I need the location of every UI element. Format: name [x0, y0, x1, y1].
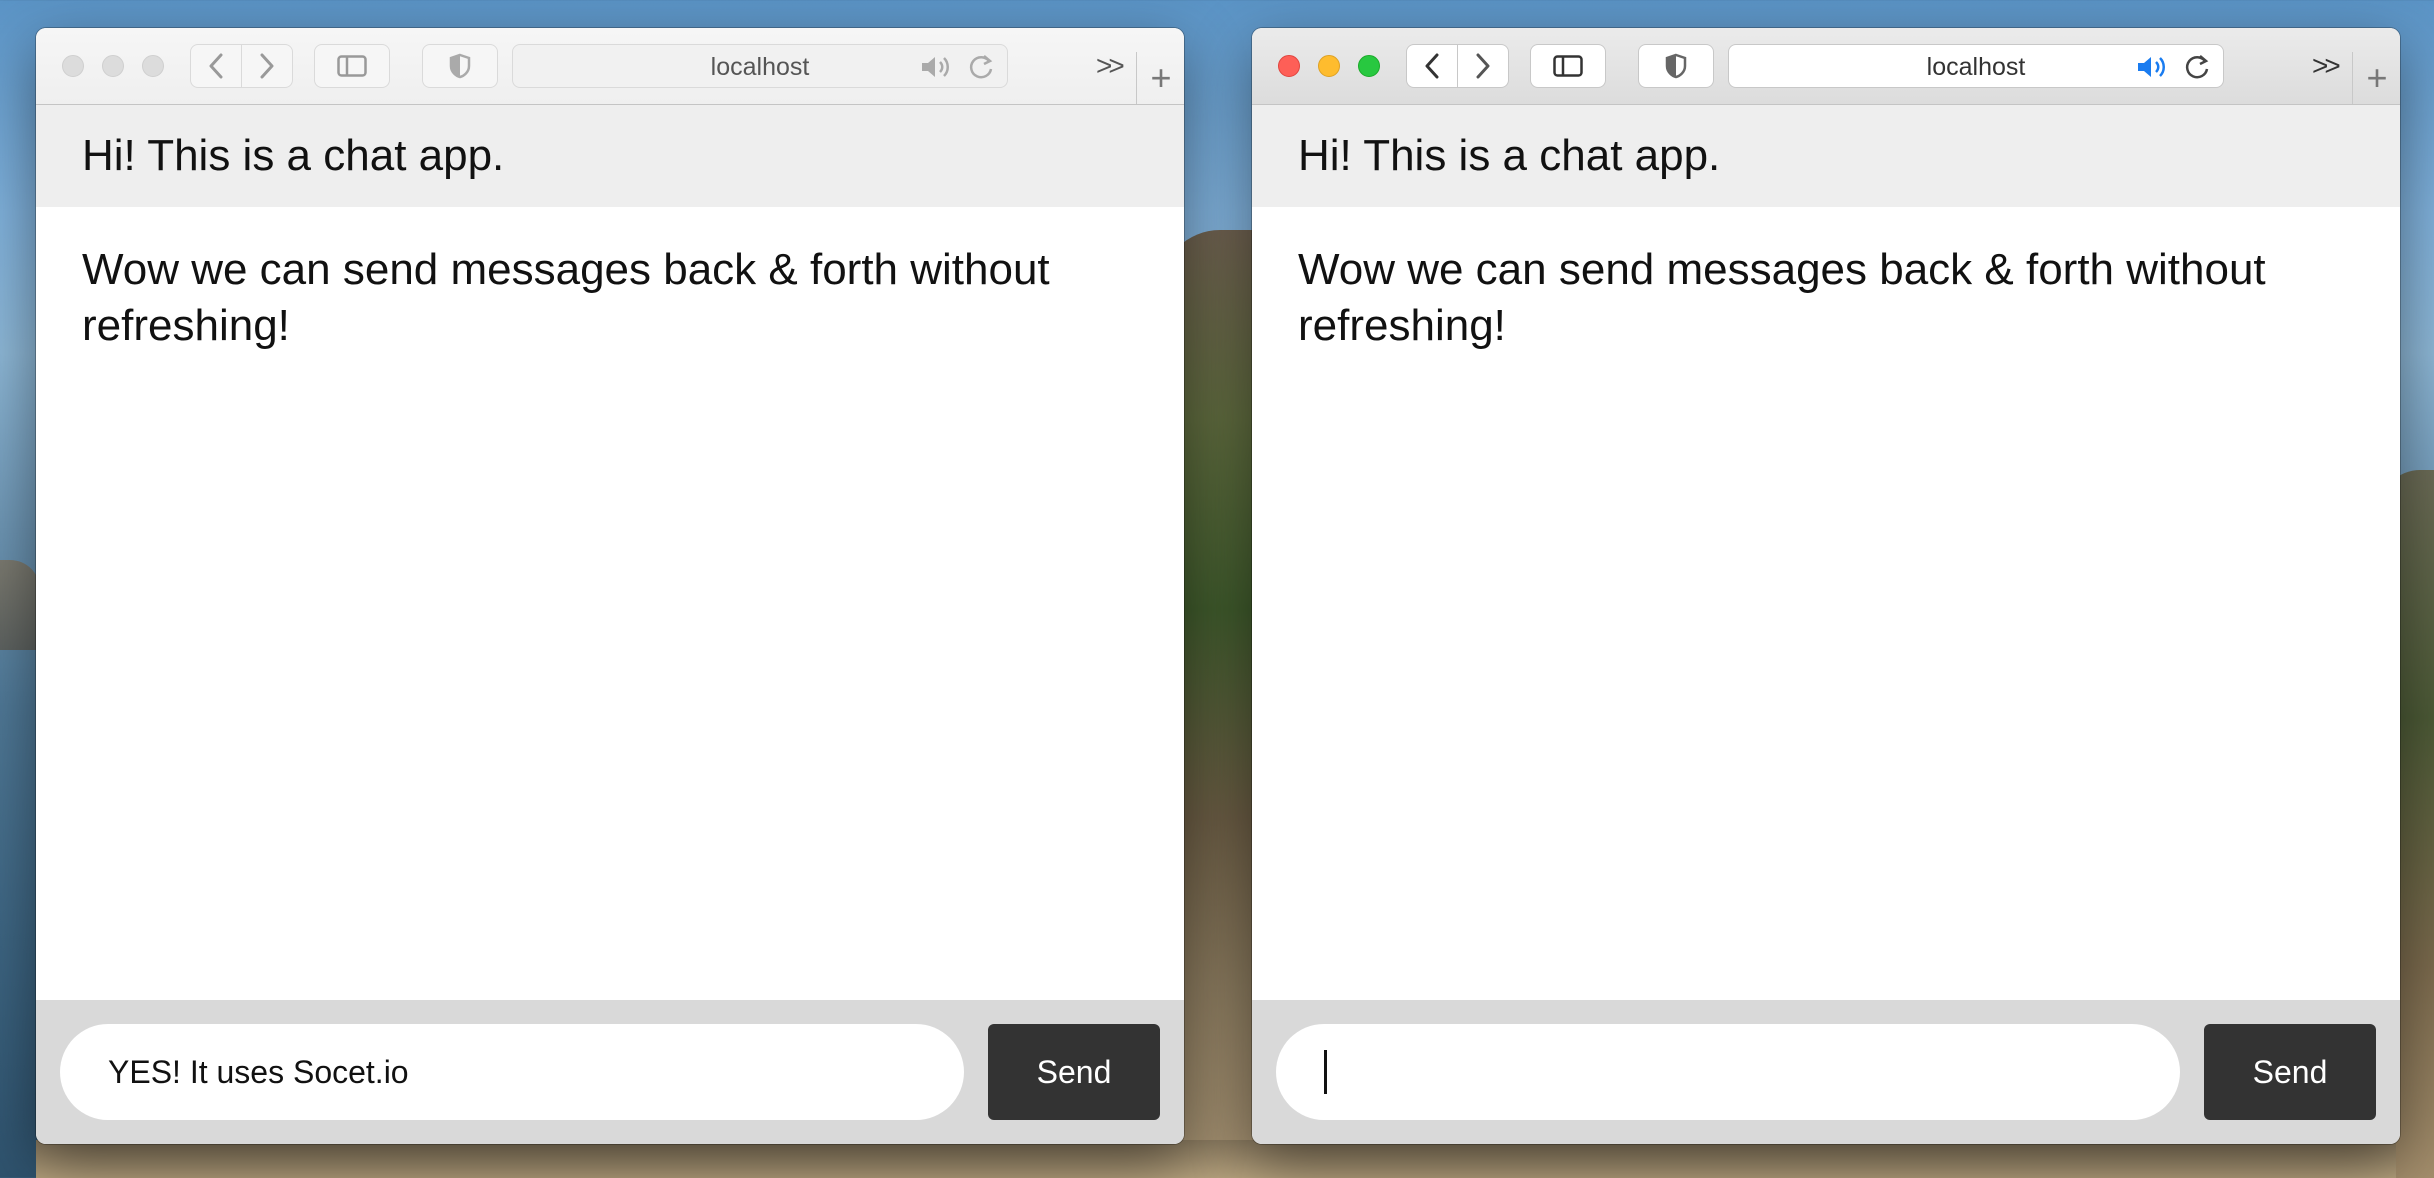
chat-header: Hi! This is a chat app. — [1252, 105, 2400, 207]
back-button[interactable] — [1406, 44, 1458, 88]
minimize-icon[interactable] — [102, 55, 124, 77]
desktop-island-left — [0, 560, 40, 650]
chat-form: YES! It uses Socet.io Send — [36, 1000, 1184, 1144]
chat-header: Hi! This is a chat app. — [36, 105, 1184, 207]
forward-icon — [1476, 53, 1490, 79]
message-list: Wow we can send messages back & forth wi… — [1252, 208, 2400, 1000]
message-item: Wow we can send messages back & forth wi… — [1298, 245, 2266, 350]
close-icon[interactable] — [62, 55, 84, 77]
message-item: Wow we can send messages back & forth wi… — [82, 245, 1050, 350]
browser-toolbar: localhost >> + — [1252, 28, 2400, 105]
browser-window-right[interactable]: localhost >> + Hi! This is a chat app. W… — [1252, 28, 2400, 1144]
message-input[interactable]: YES! It uses Socet.io — [60, 1024, 964, 1120]
browser-toolbar: localhost >> + — [36, 28, 1184, 105]
speaker-icon[interactable] — [919, 53, 955, 81]
shield-icon — [449, 53, 471, 79]
forward-icon — [260, 53, 274, 79]
new-tab-button[interactable]: + — [1136, 52, 1184, 104]
sidebar-icon — [337, 55, 367, 77]
privacy-button[interactable] — [1638, 44, 1714, 88]
text-caret — [1324, 1050, 1327, 1094]
reload-icon[interactable] — [2183, 53, 2211, 81]
privacy-button[interactable] — [422, 44, 498, 88]
sidebar-button[interactable] — [1530, 44, 1606, 88]
minimize-icon[interactable] — [1318, 55, 1340, 77]
overflow-icon[interactable]: >> — [2312, 50, 2341, 82]
back-icon — [1425, 53, 1439, 79]
new-tab-button[interactable]: + — [2352, 52, 2400, 104]
forward-button[interactable] — [1457, 44, 1509, 88]
chat-form: Send — [1252, 1000, 2400, 1144]
message-list: Wow we can send messages back & forth wi… — [36, 208, 1184, 1000]
close-icon[interactable] — [1278, 55, 1300, 77]
zoom-icon[interactable] — [1358, 55, 1380, 77]
message-input[interactable] — [1276, 1024, 2180, 1120]
browser-window-left[interactable]: localhost >> + Hi! This is a chat app. W… — [36, 28, 1184, 1144]
desktop-shore — [36, 1140, 2396, 1178]
address-bar[interactable]: localhost — [1728, 44, 2224, 88]
sidebar-button[interactable] — [314, 44, 390, 88]
shield-icon — [1665, 53, 1687, 79]
send-button[interactable]: Send — [988, 1024, 1160, 1120]
sidebar-icon — [1553, 55, 1583, 77]
reload-icon[interactable] — [967, 53, 995, 81]
back-icon — [209, 53, 223, 79]
overflow-icon[interactable]: >> — [1096, 50, 1125, 82]
send-button[interactable]: Send — [2204, 1024, 2376, 1120]
back-button[interactable] — [190, 44, 242, 88]
zoom-icon[interactable] — [142, 55, 164, 77]
speaker-icon[interactable] — [2135, 53, 2171, 81]
address-bar[interactable]: localhost — [512, 44, 1008, 88]
forward-button[interactable] — [241, 44, 293, 88]
